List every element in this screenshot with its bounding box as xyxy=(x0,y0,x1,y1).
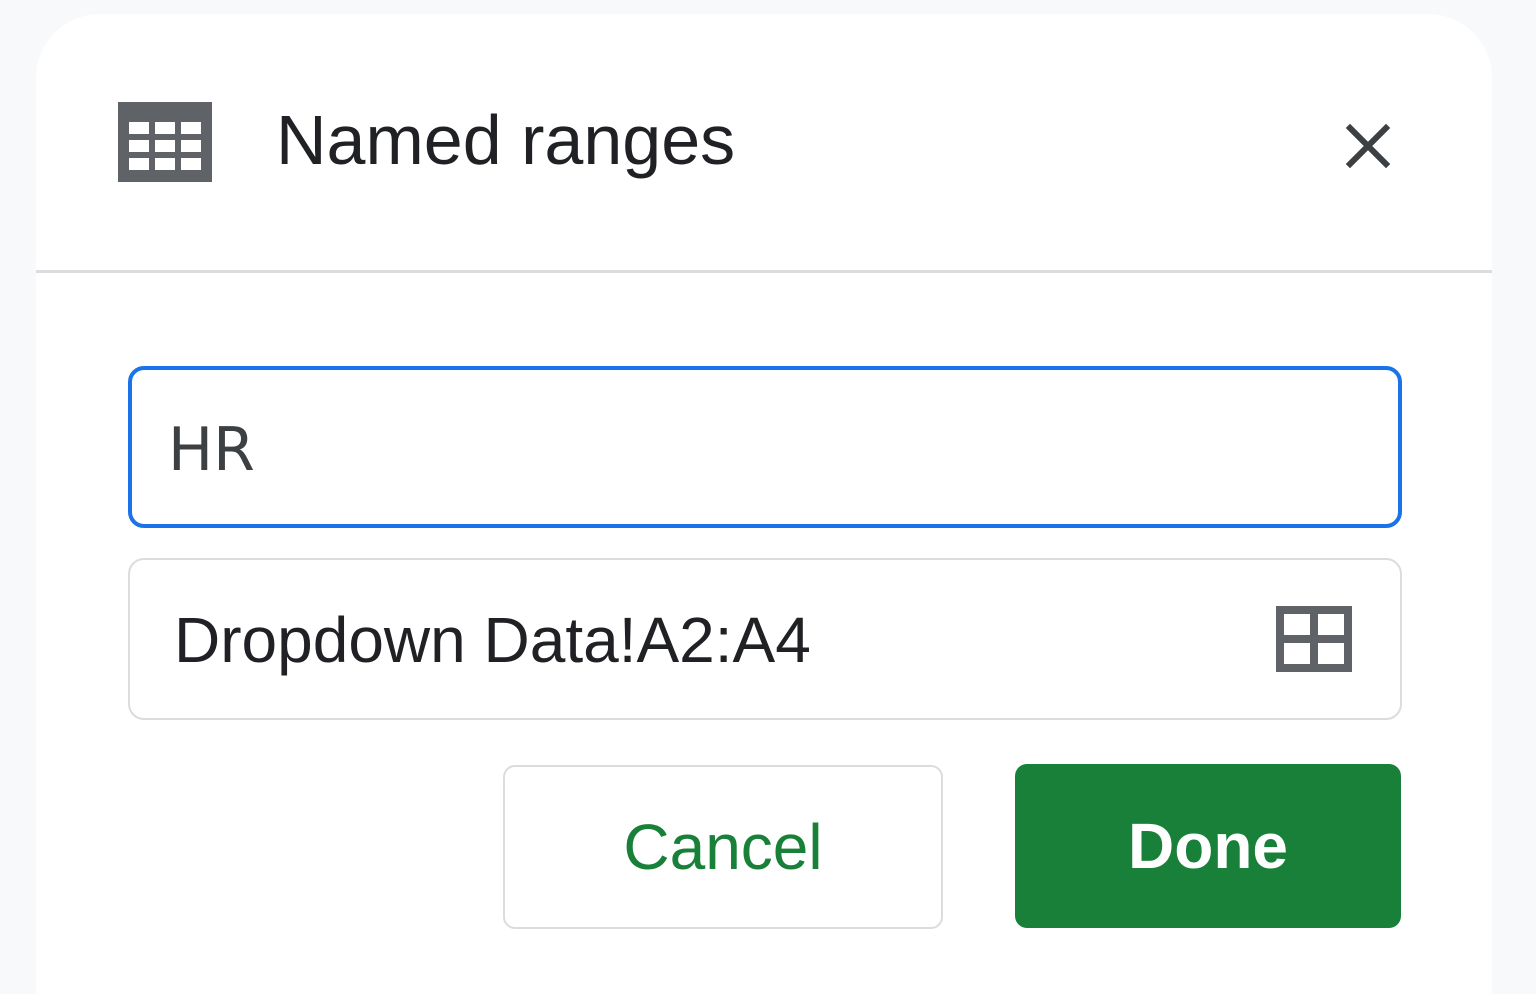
close-button[interactable] xyxy=(1328,108,1408,188)
range-name-field[interactable] xyxy=(128,366,1402,528)
table-icon xyxy=(118,102,212,182)
range-reference-field[interactable]: Dropdown Data!A2:A4 xyxy=(128,558,1402,720)
range-reference-text[interactable]: Dropdown Data!A2:A4 xyxy=(174,600,811,680)
cancel-button[interactable]: Cancel xyxy=(503,765,943,929)
range-name-input[interactable] xyxy=(168,400,1348,500)
named-ranges-panel: Named ranges Dropdown Data!A2:A4 Cancel … xyxy=(36,14,1492,994)
grid-select-icon[interactable] xyxy=(1276,606,1352,672)
close-icon xyxy=(1344,122,1392,175)
panel-header: Named ranges xyxy=(36,14,1492,273)
panel-title: Named ranges xyxy=(276,101,736,179)
done-button[interactable]: Done xyxy=(1015,764,1401,928)
